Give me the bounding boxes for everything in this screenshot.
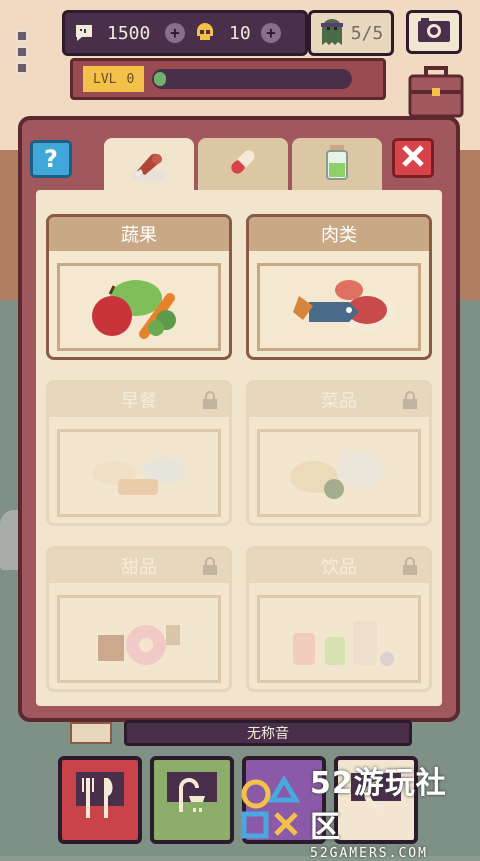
xp-progress-bar bbox=[152, 69, 353, 89]
vegetables-icon bbox=[57, 263, 221, 351]
jar-icon bbox=[322, 143, 352, 185]
skull-count: 10 bbox=[229, 22, 251, 44]
card-label: 菜品 bbox=[321, 391, 357, 412]
lock-icon bbox=[401, 557, 419, 575]
lock-icon bbox=[201, 391, 219, 409]
category-card-dishes: 菜品 bbox=[246, 380, 432, 526]
level-badge: LVL 0 bbox=[83, 66, 145, 92]
add-coins-button[interactable]: + bbox=[165, 23, 185, 43]
lock-icon bbox=[401, 391, 419, 409]
drumstick-icon bbox=[127, 147, 171, 187]
tab-food[interactable] bbox=[104, 138, 194, 196]
lock-icon bbox=[201, 557, 219, 575]
level-bar: LVL 0 bbox=[70, 58, 386, 100]
card-label: 早餐 bbox=[121, 391, 157, 412]
skull-icon bbox=[193, 21, 217, 45]
shower-icon bbox=[167, 772, 217, 828]
pill-icon bbox=[225, 144, 261, 184]
card-header: 饮品 bbox=[249, 549, 429, 583]
fork-knife-icon bbox=[76, 772, 124, 828]
site-watermark: 52游玩社区 52GAMERS.COM bbox=[236, 766, 476, 861]
watermark-logo bbox=[236, 774, 306, 844]
card-label: 肉类 bbox=[321, 225, 357, 246]
card-header: 肉类 bbox=[249, 217, 429, 251]
meat-icon bbox=[257, 263, 421, 351]
camera-button[interactable] bbox=[406, 10, 462, 54]
card-label: 饮品 bbox=[321, 557, 357, 578]
ghost-avatar-icon bbox=[319, 15, 345, 52]
category-card-fruits-vegetables[interactable]: 蔬果 bbox=[46, 214, 232, 360]
tab-medicine[interactable] bbox=[198, 138, 288, 190]
xp-progress-fill bbox=[154, 72, 167, 86]
guest-count-badge[interactable]: 5/5 bbox=[308, 10, 394, 56]
speech-bubble-icon bbox=[73, 22, 95, 44]
menu-dot bbox=[16, 62, 28, 74]
card-header: 蔬果 bbox=[49, 217, 229, 251]
menu-dot bbox=[16, 30, 28, 42]
category-card-drinks: 饮品 bbox=[246, 546, 432, 692]
guest-count: 5/5 bbox=[350, 22, 384, 44]
breakfast-icon bbox=[57, 429, 221, 517]
card-header: 早餐 bbox=[49, 383, 229, 417]
menu-dot bbox=[16, 46, 28, 58]
coin-count: 1500 bbox=[107, 22, 151, 44]
category-card-dessert: 甜品 bbox=[46, 546, 232, 692]
close-button[interactable] bbox=[392, 138, 434, 178]
close-icon bbox=[401, 144, 425, 172]
name-strip: 无称音 bbox=[124, 720, 412, 746]
briefcase-button[interactable] bbox=[408, 66, 464, 118]
dessert-icon bbox=[57, 595, 221, 683]
currency-bar: 1500 + 10 + bbox=[62, 10, 308, 56]
card-header: 甜品 bbox=[49, 549, 229, 583]
level-value: 0 bbox=[126, 71, 135, 87]
menu-button[interactable] bbox=[16, 30, 32, 78]
tab-drink[interactable] bbox=[292, 138, 382, 190]
add-skulls-button[interactable]: + bbox=[261, 23, 281, 43]
card-label: 甜品 bbox=[121, 557, 157, 578]
category-card-breakfast: 早餐 bbox=[46, 380, 232, 526]
help-button[interactable]: ? bbox=[30, 140, 72, 178]
card-label: 蔬果 bbox=[121, 225, 157, 246]
category-card-meat[interactable]: 肉类 bbox=[246, 214, 432, 360]
card-header: 菜品 bbox=[249, 383, 429, 417]
question-mark-icon: ? bbox=[44, 145, 58, 173]
dishes-icon bbox=[257, 429, 421, 517]
watermark-subtitle: 52GAMERS.COM bbox=[310, 845, 428, 861]
side-tag bbox=[70, 722, 112, 744]
level-label: LVL bbox=[93, 71, 117, 87]
kitchen-dock-button[interactable] bbox=[58, 756, 142, 844]
drinks-icon bbox=[257, 595, 421, 683]
shower-dock-button[interactable] bbox=[150, 756, 234, 844]
camera-icon bbox=[417, 17, 451, 47]
watermark-title: 52游玩社区 bbox=[310, 765, 447, 845]
